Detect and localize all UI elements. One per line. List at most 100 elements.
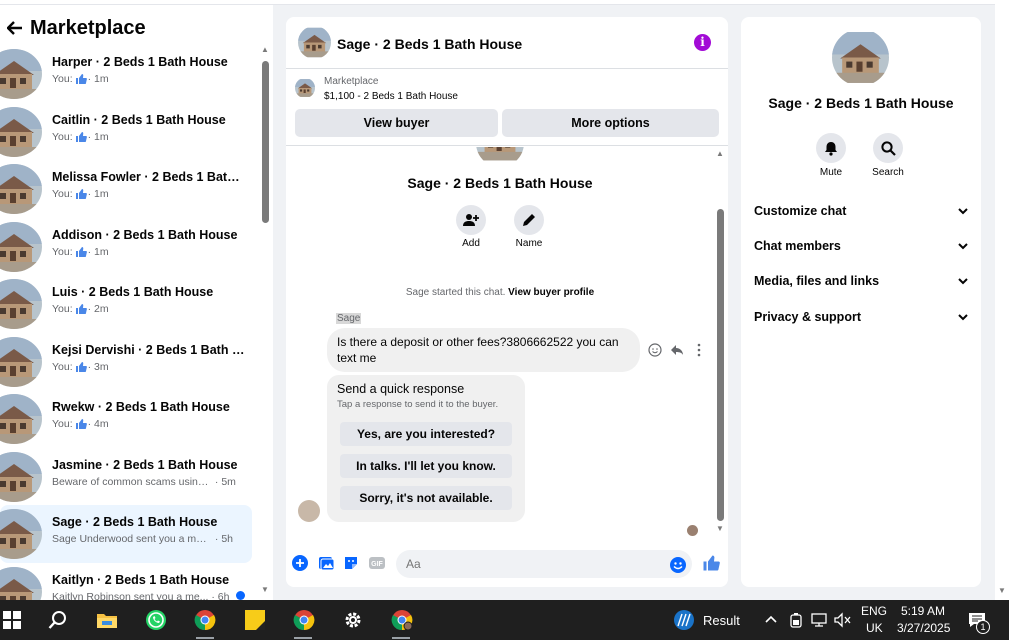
chat-avatar[interactable] xyxy=(298,26,331,59)
sender-name: Sage xyxy=(336,313,362,324)
details-panel: Sage · 2 Beds 1 Bath House Mute Search C… xyxy=(741,17,981,587)
quick-response-in-talks[interactable]: In talks. I'll let you know. xyxy=(340,454,512,478)
conversation-name: Luis · 2 Beds 1 Bath House xyxy=(52,285,214,299)
reply-icon[interactable] xyxy=(670,343,684,360)
emoji-icon[interactable] xyxy=(670,557,686,573)
weather-icon[interactable] xyxy=(672,608,696,632)
photo-icon[interactable] xyxy=(318,555,334,571)
svg-text:GIF: GIF xyxy=(371,561,383,568)
search-icon[interactable] xyxy=(46,608,70,632)
sidebar-scrollbar[interactable]: ▲ ▼ xyxy=(258,45,272,600)
pencil-icon xyxy=(523,214,535,226)
mute-button[interactable] xyxy=(816,133,846,163)
sticker-icon[interactable] xyxy=(343,555,359,571)
details-avatar[interactable] xyxy=(832,29,889,86)
notification-count-badge: 1 xyxy=(976,620,990,634)
more-icon[interactable] xyxy=(697,343,701,360)
gif-icon[interactable]: GIF xyxy=(369,555,385,571)
chevron-down-icon xyxy=(958,242,968,249)
search-label: Search xyxy=(872,167,904,178)
scroll-down-icon[interactable]: ▼ xyxy=(261,585,269,594)
scrollbar-thumb[interactable] xyxy=(717,209,724,521)
plus-icon[interactable] xyxy=(292,555,308,571)
marketplace-listing-bar: Marketplace $1,100 - 2 Beds 1 Bath House… xyxy=(286,70,728,146)
view-buyer-button[interactable]: View buyer xyxy=(295,109,498,137)
listing-thumbnail[interactable] xyxy=(295,78,315,98)
sticky-notes-icon[interactable] xyxy=(243,608,267,632)
search-button[interactable] xyxy=(873,133,903,163)
language-region[interactable]: UK xyxy=(866,621,883,635)
conversation-avatar xyxy=(0,509,42,559)
conversation-item[interactable]: Sage · 2 Beds 1 Bath House Sage Underwood… xyxy=(0,505,252,563)
scroll-down-icon[interactable]: ▼ xyxy=(716,524,724,533)
running-indicator xyxy=(392,637,410,639)
chrome-icon[interactable] xyxy=(193,608,217,632)
like-icon[interactable] xyxy=(702,554,720,572)
conversation-item[interactable]: Jasmine · 2 Beds 1 Bath House Beware of c… xyxy=(0,448,252,506)
react-icon[interactable] xyxy=(648,343,662,360)
conversation-time: · 5m xyxy=(214,475,236,488)
settings-gear-icon[interactable] xyxy=(341,608,365,632)
scroll-up-icon[interactable]: ▲ xyxy=(261,45,269,54)
conversation-name: Caitlin · 2 Beds 1 Bath House xyxy=(52,112,226,127)
whatsapp-icon[interactable] xyxy=(144,608,168,632)
conversation-time: · 1m xyxy=(87,73,109,85)
conversation-name: Melissa Fowler · 2 Beds 1 Bath ... xyxy=(52,170,247,184)
chat-scrollbar[interactable]: ▲ ▼ xyxy=(714,147,728,537)
conversation-item[interactable]: Kejsi Dervishi · 2 Beds 1 Bath H... You: ·… xyxy=(0,333,252,391)
chrome-icon[interactable] xyxy=(292,608,316,632)
conversation-preview: You: xyxy=(52,73,73,85)
more-options-button[interactable]: More options xyxy=(502,109,719,137)
view-buyer-profile-link[interactable]: View buyer profile xyxy=(508,287,594,298)
section-chat-members[interactable]: Chat members xyxy=(754,235,968,257)
chat-title[interactable]: Sage · 2 Beds 1 Bath House xyxy=(337,36,522,52)
section-media-files-links[interactable]: Media, files and links xyxy=(754,270,968,292)
quick-response-yes[interactable]: Yes, are you interested? xyxy=(340,422,512,446)
name-button[interactable] xyxy=(514,205,544,235)
conversation-item[interactable]: Rwekw · 2 Beds 1 Bath House You: · 4m xyxy=(0,390,252,448)
conversation-item[interactable]: Addison · 2 Beds 1 Bath House You: · 1m xyxy=(0,218,252,276)
conversation-item[interactable]: Kaitlyn · 2 Beds 1 Bath House Kaitlyn Rob… xyxy=(0,563,252,601)
thumbs-up-icon xyxy=(75,246,87,258)
incoming-message[interactable]: Is there a deposit or other fees?3806662… xyxy=(327,328,640,372)
conversation-avatar xyxy=(0,452,42,502)
conversation-item[interactable]: Caitlin · 2 Beds 1 Bath House You: · 1m xyxy=(0,103,252,161)
network-icon[interactable] xyxy=(811,612,829,631)
scrollbar-thumb[interactable] xyxy=(262,61,269,223)
windows-start-icon[interactable] xyxy=(0,608,24,632)
listing-title[interactable]: $1,100 - 2 Beds 1 Bath House xyxy=(324,91,458,102)
info-icon[interactable]: i xyxy=(694,34,711,51)
conversation-name: Kaitlyn · 2 Beds 1 Bath House xyxy=(52,572,230,587)
page-scrollbar[interactable]: ▼ xyxy=(995,0,1009,600)
quick-response-not-available[interactable]: Sorry, it's not available. xyxy=(340,486,512,510)
chevron-up-icon[interactable] xyxy=(765,610,777,626)
message-input[interactable] xyxy=(396,550,692,578)
conversation-avatar xyxy=(0,164,42,214)
weather-label[interactable]: Result xyxy=(703,613,740,628)
conversation-preview: You: xyxy=(52,130,73,143)
chat-header: Sage · 2 Beds 1 Bath House i xyxy=(286,17,728,69)
language-code[interactable]: ENG xyxy=(861,604,887,618)
conversation-item[interactable]: Melissa Fowler · 2 Beds 1 Bath ... You: · … xyxy=(0,160,252,218)
messenger-window: Marketplace Harper · 2 Beds 1 Bath House… xyxy=(0,0,1009,600)
chrome-profile-icon[interactable] xyxy=(390,608,414,632)
back-arrow-icon[interactable] xyxy=(0,13,30,43)
conversation-preview: Kaitlyn Robinson sent you a me... xyxy=(52,590,209,601)
conversation-name: Kejsi Dervishi · 2 Beds 1 Bath H... xyxy=(52,342,247,357)
scroll-down-icon[interactable]: ▼ xyxy=(998,586,1006,595)
sidebar-title: Marketplace xyxy=(30,16,146,39)
volume-muted-icon[interactable] xyxy=(834,612,852,631)
conversation-item[interactable]: Luis · 2 Beds 1 Bath House You: · 2m xyxy=(0,275,252,333)
started-text: Sage started this chat. xyxy=(405,287,506,298)
section-customize-chat[interactable]: Customize chat xyxy=(754,200,968,222)
section-privacy-support[interactable]: Privacy & support xyxy=(754,306,968,328)
battery-icon[interactable] xyxy=(789,612,803,631)
scroll-up-icon[interactable]: ▲ xyxy=(716,149,724,158)
add-person-button[interactable] xyxy=(456,205,486,235)
bell-icon xyxy=(825,141,837,156)
clock-date[interactable]: 3/27/2025 xyxy=(897,621,950,635)
conversation-item[interactable]: Harper · 2 Beds 1 Bath House You: · 1m xyxy=(0,45,252,103)
clock-time[interactable]: 5:19 AM xyxy=(901,604,945,618)
file-explorer-icon[interactable] xyxy=(95,608,119,632)
unread-indicator xyxy=(236,590,245,600)
